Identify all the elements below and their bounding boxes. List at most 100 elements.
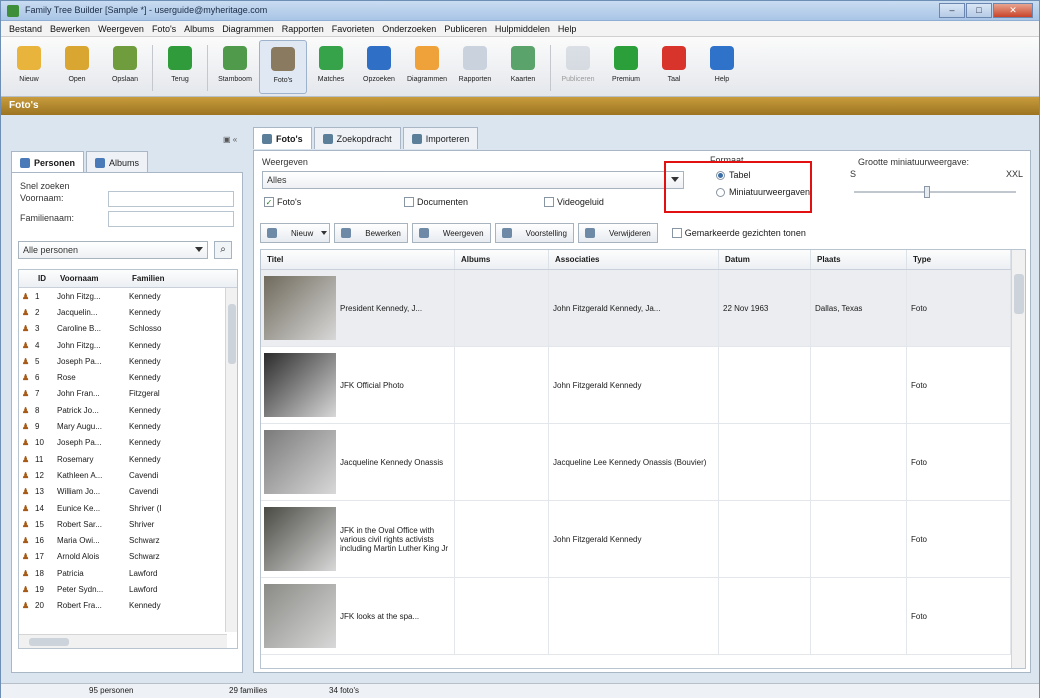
toolbar-publish-button[interactable]: Publiceren — [554, 40, 602, 94]
menu-fotos[interactable]: Foto's — [152, 21, 176, 36]
table-row[interactable]: ♟ 1 John Fitzg... Kennedy — [19, 288, 237, 304]
menu-bestand[interactable]: Bestand — [9, 21, 42, 36]
toolbar-new-button[interactable]: Nieuw — [5, 40, 53, 94]
new-photo-button[interactable]: Nieuw — [260, 223, 331, 243]
column-associations[interactable]: Associaties — [549, 250, 719, 269]
view-select[interactable]: Alles — [262, 171, 684, 189]
collapse-panel-button[interactable]: ▣ « — [223, 135, 243, 147]
table-row[interactable]: JFK looks at the spa... Foto — [261, 578, 1025, 655]
search-button[interactable]: ⌕ — [214, 241, 232, 259]
checkbox[interactable] — [404, 197, 414, 207]
checkbox-checked[interactable]: ✓ — [264, 197, 274, 207]
toolbar-help-button[interactable]: Help — [698, 40, 746, 94]
column-last-name[interactable]: Familien — [129, 270, 183, 287]
table-row[interactable]: JFK in the Oval Office with various civi… — [261, 501, 1025, 578]
menu-rapporten[interactable]: Rapporten — [282, 21, 324, 36]
menu-hulpmiddelen[interactable]: Hulpmiddelen — [495, 21, 550, 36]
table-row[interactable]: ♟ 6 Rose Kennedy — [19, 369, 237, 385]
table-row[interactable]: JFK Official Photo John Fitzgerald Kenned… — [261, 347, 1025, 424]
show-marked-faces[interactable]: Gemarkeerde gezichten tonen — [671, 228, 806, 238]
photo-thumbnail[interactable] — [264, 507, 336, 571]
table-row[interactable]: ♟ 20 Robert Fra... Kennedy — [19, 598, 237, 614]
column-first-name[interactable]: Voornaam — [57, 270, 129, 287]
menu-help[interactable]: Help — [558, 21, 577, 36]
tab-import[interactable]: Importeren — [402, 127, 479, 149]
table-row[interactable]: ♟ 8 Patrick Jo... Kennedy — [19, 402, 237, 418]
table-row[interactable]: ♟ 4 John Fitzg... Kennedy — [19, 337, 237, 353]
photo-thumbnail[interactable] — [264, 276, 336, 340]
associations-cell — [549, 578, 719, 654]
photo-thumbnail[interactable] — [264, 353, 336, 417]
table-row[interactable]: ♟ 11 Rosemary Kennedy — [19, 451, 237, 467]
photo-thumbnail[interactable] — [264, 430, 336, 494]
title-bar[interactable]: Family Tree Builder [Sample *] - usergui… — [1, 1, 1039, 21]
menu-onderzoeken[interactable]: Onderzoeken — [382, 21, 436, 36]
view-button[interactable]: Weergeven — [411, 223, 491, 243]
delete-button[interactable]: Verwijderen — [577, 223, 658, 243]
toolbar-back-button[interactable]: Terug — [156, 40, 204, 94]
thumb-size-slider[interactable] — [854, 186, 1016, 198]
last-name-input[interactable] — [108, 211, 234, 227]
tab-photos[interactable]: Foto's — [253, 127, 312, 149]
table-row[interactable]: ♟ 7 John Fran... Fitzgeral — [19, 386, 237, 402]
toolbar-maps-button[interactable]: Kaarten — [499, 40, 547, 94]
toolbar-premium-button[interactable]: Premium — [602, 40, 650, 94]
toolbar-open-button[interactable]: Open — [53, 40, 101, 94]
menu-favorieten[interactable]: Favorieten — [332, 21, 375, 36]
column-title[interactable]: Titel — [261, 250, 455, 269]
edit-button[interactable]: Bewerken — [334, 223, 408, 243]
maximize-button[interactable]: □ — [966, 3, 992, 18]
toolbar-tree-button[interactable]: Stamboom — [211, 40, 259, 94]
checkbox[interactable] — [544, 197, 554, 207]
checkbox[interactable] — [671, 228, 682, 238]
tab-persons[interactable]: Personen — [11, 151, 85, 173]
tab-search[interactable]: Zoekopdracht — [313, 127, 401, 149]
table-row[interactable]: ♟ 16 Maria Owi... Schwarz — [19, 532, 237, 548]
column-albums[interactable]: Albums — [455, 250, 549, 269]
photo-thumbnail[interactable] — [264, 584, 336, 648]
column-id[interactable]: ID — [35, 270, 57, 287]
toolbar-matches-button[interactable]: Matches — [307, 40, 355, 94]
toolbar-charts-button[interactable]: Diagrammen — [403, 40, 451, 94]
minimize-button[interactable]: – — [939, 3, 965, 18]
column-type[interactable]: Type — [907, 250, 1011, 269]
menu-albums[interactable]: Albums — [184, 21, 214, 36]
check-video-audio[interactable]: Videogeluid — [544, 197, 604, 207]
person-filter-select[interactable]: Alle personen — [18, 241, 208, 259]
table-row[interactable]: ♟ 2 Jacquelin... Kennedy — [19, 304, 237, 320]
table-row[interactable]: ♟ 17 Arnold Alois Schwarz — [19, 549, 237, 565]
check-photos[interactable]: ✓ Foto's — [264, 197, 301, 207]
table-row[interactable]: ♟ 9 Mary Augu... Kennedy — [19, 418, 237, 434]
toolbar-search-button[interactable]: Opzoeken — [355, 40, 403, 94]
menu-weergeven[interactable]: Weergeven — [98, 21, 144, 36]
persons-hscrollbar[interactable] — [19, 634, 227, 648]
table-row[interactable]: ♟ 14 Eunice Ke... Shriver (I — [19, 500, 237, 516]
table-row[interactable]: ♟ 12 Kathleen A... Cavendi — [19, 467, 237, 483]
toolbar-reports-button[interactable]: Rapporten — [451, 40, 499, 94]
tab-albums[interactable]: Albums — [86, 151, 149, 173]
toolbar-photos-button[interactable]: Foto's — [259, 40, 307, 94]
menu-publiceren[interactable]: Publiceren — [444, 21, 487, 36]
menu-bewerken[interactable]: Bewerken — [50, 21, 90, 36]
toolbar-language-button[interactable]: Taal — [650, 40, 698, 94]
table-row[interactable]: ♟ 5 Joseph Pa... Kennedy — [19, 353, 237, 369]
table-row[interactable]: President Kennedy, J... John Fitzgerald K… — [261, 270, 1025, 347]
toolbar-save-button[interactable]: Opslaan — [101, 40, 149, 94]
table-row[interactable]: ♟ 18 Patricia Lawford — [19, 565, 237, 581]
slideshow-button[interactable]: Voorstelling — [494, 223, 574, 243]
column-date[interactable]: Datum — [719, 250, 811, 269]
slider-handle[interactable] — [924, 186, 931, 198]
table-row[interactable]: ♟ 3 Caroline B... Schlosso — [19, 321, 237, 337]
column-place[interactable]: Plaats — [811, 250, 907, 269]
first-name-input[interactable] — [108, 191, 234, 207]
check-documents[interactable]: Documenten — [404, 197, 468, 207]
table-row[interactable]: Jacqueline Kennedy Onassis Jacqueline Lee… — [261, 424, 1025, 501]
persons-scrollbar[interactable] — [225, 288, 237, 632]
table-row[interactable]: ♟ 19 Peter Sydn... Lawford — [19, 581, 237, 597]
menu-diagrammen[interactable]: Diagrammen — [222, 21, 274, 36]
table-row[interactable]: ♟ 10 Joseph Pa... Kennedy — [19, 435, 237, 451]
table-row[interactable]: ♟ 15 Robert Sar... Shriver — [19, 516, 237, 532]
close-button[interactable]: ✕ — [993, 3, 1033, 18]
table-row[interactable]: ♟ 13 William Jo... Cavendi — [19, 484, 237, 500]
photos-scrollbar[interactable] — [1011, 250, 1025, 668]
